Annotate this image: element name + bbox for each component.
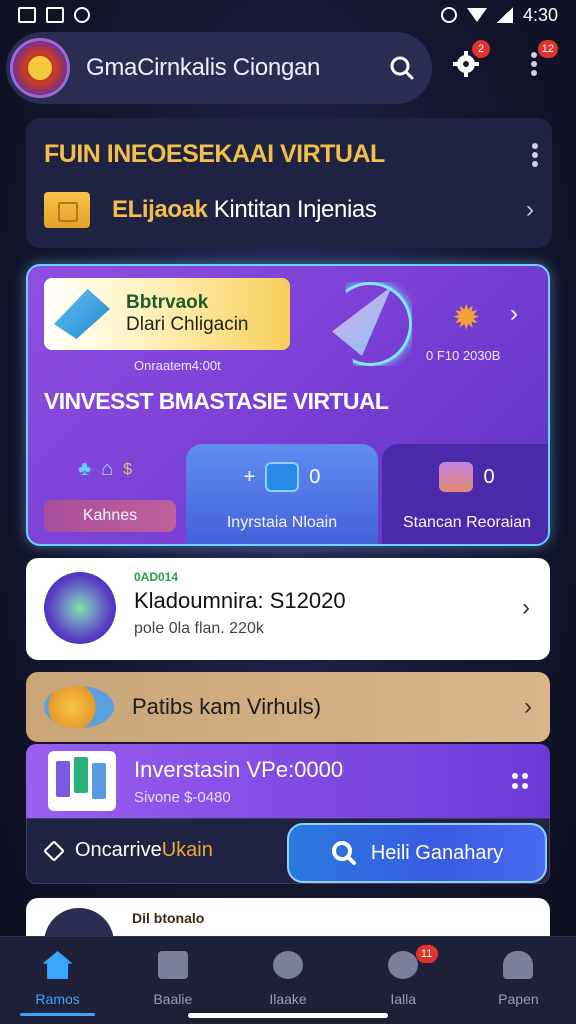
tile-kahnes-label: Kahnes	[44, 500, 176, 532]
search-icon	[331, 841, 356, 865]
plus-icon: +	[243, 465, 256, 488]
wifi-icon	[466, 8, 487, 22]
invest-amount: Inverstasin VPe:0000	[134, 756, 344, 782]
balance-card[interactable]: 0AD014 Kladoumnira: S12020 pole 0la flan…	[26, 558, 550, 660]
fund-row[interactable]: ELijaoak Kintitan Injenias ›	[44, 192, 534, 228]
chevron-right-icon[interactable]: ›	[510, 300, 518, 328]
promo-subtitle: Dlari Chligacin	[126, 314, 249, 335]
gallery-icon	[46, 7, 64, 23]
status-right-icons: 4:30	[440, 4, 558, 26]
search-button[interactable]	[386, 52, 418, 84]
nav-item-baalie[interactable]: Baalie	[115, 937, 230, 1024]
coins-icon	[44, 686, 114, 728]
image-icon	[18, 7, 36, 23]
notification-badge: 2	[472, 40, 490, 58]
phones-thumbnail	[48, 751, 116, 811]
action-link[interactable]: Oncarrive Ukain	[43, 839, 213, 862]
feature-card[interactable]: Patibs kam Virhuls) ›	[26, 672, 550, 742]
kite-icon	[54, 289, 110, 339]
virtual-code: Onraatem4:00t	[134, 358, 221, 373]
tile-investment-value: 0	[309, 465, 321, 488]
tile-station-label: Stancan Reoraian	[402, 514, 532, 531]
nav-item-ilaake[interactable]: Ilaake	[230, 937, 345, 1024]
bottom-navigation: Ramos Baalie Ilaake 11 Ialla Papen	[0, 936, 576, 1024]
message-icon	[388, 951, 419, 979]
notifications-button[interactable]: 2	[446, 40, 490, 84]
invest-subtext: Sivone $-0480	[134, 788, 231, 806]
fund-title: FUIN INEOESEKAAI VIRTUAL	[44, 140, 385, 168]
action-row: Oncarrive Ukain Heili Ganahary	[26, 818, 550, 884]
balance-avatar-icon	[44, 572, 116, 644]
nav-badge: 11	[415, 945, 438, 963]
fund-menu-icon[interactable]	[530, 140, 540, 170]
signal-icon	[496, 7, 513, 23]
home-indicator[interactable]	[188, 1013, 388, 1018]
layers-icon	[43, 839, 65, 862]
tile-station-value: 0	[483, 465, 495, 488]
primary-action-button[interactable]: Heili Ganahary	[287, 823, 547, 883]
dollar-icon: $	[123, 460, 133, 478]
tile-station[interactable]: 0 Stancan Reoraian	[382, 444, 548, 544]
crystal-ring-graphic	[344, 282, 412, 366]
balance-subtext: pole 0la flan. 220k	[134, 620, 264, 637]
piggy-bank-icon	[273, 951, 303, 979]
wallet-icon	[439, 462, 474, 492]
tile-investment[interactable]: + 0 Inyrstaia Nloain	[186, 444, 378, 544]
balance-amount: Kladoumnira: S12020	[134, 588, 346, 613]
search-icon	[390, 56, 414, 80]
status-left-icons	[18, 7, 90, 23]
virtual-investment-card[interactable]: Bbtrvaok Dlari Chligacin Onraatem4:00t ✹…	[26, 264, 550, 546]
app-title: GmaCirnkalis Ciongan	[86, 54, 321, 81]
promo-title: Bbtrvaok	[126, 292, 209, 313]
balance-tag: 0AD014	[134, 570, 179, 584]
plant-icon: ♣	[77, 458, 92, 480]
fund-subtitle: ELijaoak Kintitan Injenias	[112, 196, 377, 223]
chart-chat-icon	[157, 951, 188, 979]
partial-tag: Dil btonalo	[132, 910, 205, 926]
invest-card[interactable]: Inverstasin VPe:0000 Sivone $-0480	[26, 744, 550, 818]
profile-icon	[503, 951, 534, 979]
chevron-right-icon: ›	[526, 196, 534, 223]
virtual-number: 0 F10 2030B	[426, 348, 501, 363]
app-notification-icon	[74, 7, 90, 23]
promo-banner[interactable]: Bbtrvaok Dlari Chligacin	[44, 278, 290, 350]
house-chart-icon: ⌂	[101, 458, 114, 480]
app-logo[interactable]	[10, 38, 70, 98]
nav-item-home[interactable]: Ramos	[0, 937, 115, 1024]
chevron-right-icon: ›	[524, 693, 532, 720]
fund-card[interactable]: FUIN INEOESEKAAI VIRTUAL ELijaoak Kintit…	[26, 118, 552, 248]
alarm-icon	[440, 7, 457, 23]
nav-item-papen[interactable]: Papen	[461, 937, 576, 1024]
grid-menu-icon[interactable]	[512, 773, 528, 789]
tile-investment-label: Inyrstaia Nloain	[226, 514, 338, 531]
status-bar: 4:30	[0, 0, 576, 30]
settings-gear-icon[interactable]: ✹	[452, 298, 481, 338]
feature-label: Patibs kam Virhuls)	[132, 694, 322, 719]
folder-icon	[44, 192, 90, 228]
tile-kahnes[interactable]: ♣ ⌂ $ Kahnes	[28, 444, 182, 544]
clock-icon	[265, 462, 300, 492]
app-header: GmaCirnkalis Ciongan	[6, 32, 432, 104]
more-menu-button[interactable]: 12	[514, 40, 558, 84]
menu-badge: 12	[537, 40, 558, 58]
home-icon	[42, 951, 73, 979]
chevron-right-icon: ›	[522, 594, 530, 621]
virtual-title: VINVESST BMASTASIE VIRTUAL	[44, 388, 389, 414]
status-time: 4:30	[522, 4, 558, 25]
more-vertical-icon	[531, 49, 537, 79]
primary-action-label: Heili Ganahary	[370, 841, 504, 864]
nav-item-ialla[interactable]: 11 Ialla	[346, 937, 461, 1024]
